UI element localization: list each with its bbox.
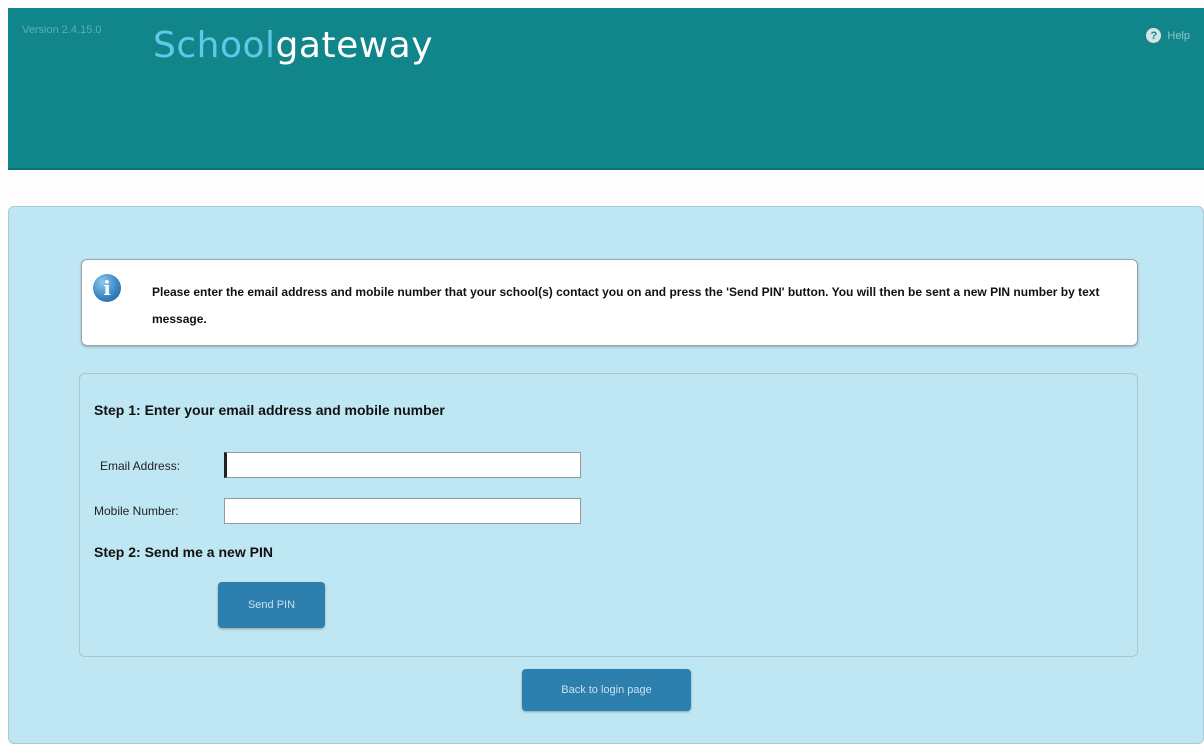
reset-pin-form: Step 1: Enter your email address and mob… [79, 373, 1138, 657]
version-label: Version 2.4.15.0 [22, 24, 102, 36]
help-link[interactable]: ? Help [1146, 28, 1190, 43]
step1-title: Step 1: Enter your email address and mob… [94, 402, 445, 418]
logo-gateway-part: gateway [275, 25, 434, 66]
main-panel: i Please enter the email address and mob… [8, 206, 1204, 744]
help-label: Help [1167, 29, 1190, 42]
email-field[interactable] [224, 452, 581, 478]
mobile-number-field[interactable] [224, 498, 581, 524]
mobile-label: Mobile Number: [94, 504, 179, 518]
info-message-text: Please enter the email address and mobil… [152, 285, 1100, 326]
help-icon: ? [1146, 28, 1162, 43]
schoolgateway-logo: Schoolgateway [153, 28, 433, 64]
info-icon: i [93, 274, 121, 302]
step2-title: Step 2: Send me a new PIN [94, 544, 273, 560]
send-pin-button[interactable]: Send PIN [218, 582, 325, 628]
page: Version 2.4.15.0 Schoolgateway ? Help i … [0, 0, 1204, 744]
info-message-box: i Please enter the email address and mob… [81, 259, 1138, 346]
header-bar: Version 2.4.15.0 Schoolgateway ? Help [8, 8, 1204, 170]
back-to-login-button[interactable]: Back to login page [522, 669, 691, 711]
logo-school-part: School [153, 25, 276, 66]
email-label: Email Address: [100, 459, 181, 473]
